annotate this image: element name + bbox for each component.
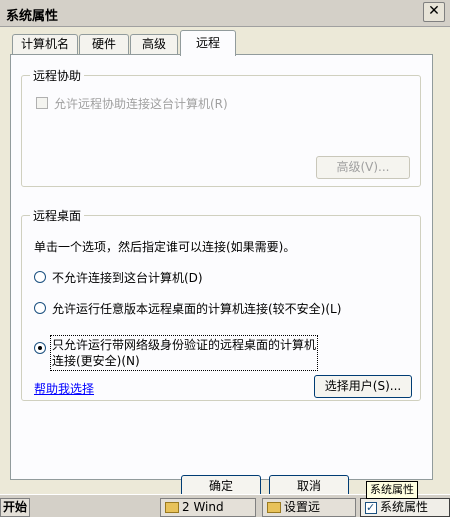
select-users-button[interactable]: 选择用户(S)... bbox=[314, 375, 412, 398]
title-bar: 系统属性 ✕ bbox=[0, 0, 450, 27]
taskbar-item-system-properties[interactable]: 系统属性 bbox=[360, 498, 450, 517]
remote-assistance-group: 远程协助 允许远程协助连接这台计算机(R) 高级(V)... bbox=[21, 67, 421, 187]
taskbar-item-windows[interactable]: 2 Wind bbox=[160, 498, 256, 517]
remote-assistance-title: 远程协助 bbox=[30, 67, 85, 84]
taskbar-tooltip: 系统属性 bbox=[366, 481, 418, 499]
remote-desktop-group: 远程桌面 单击一个选项，然后指定谁可以连接(如果需要)。 不允许连接到这台计算机… bbox=[21, 207, 421, 401]
radio-nla-only[interactable] bbox=[34, 342, 46, 354]
close-button[interactable]: ✕ bbox=[423, 2, 445, 22]
radio-allow-any-version-label: 允许运行任意版本远程桌面的计算机连接(较不安全)(L) bbox=[52, 302, 342, 316]
tab-remote[interactable]: 远程 bbox=[180, 30, 236, 56]
remote-assistance-checkbox-label: 允许远程协助连接这台计算机(R) bbox=[54, 97, 228, 111]
taskbar-item-label: 设置远 bbox=[284, 500, 321, 514]
taskbar-item-label: 2 Wind bbox=[182, 500, 224, 514]
radio-deny-connections[interactable] bbox=[34, 271, 46, 283]
tab-advanced[interactable]: 高级 bbox=[130, 34, 178, 54]
select-users-button-label: 选择用户(S)... bbox=[324, 379, 402, 393]
close-icon: ✕ bbox=[428, 3, 440, 19]
remote-desktop-title: 远程桌面 bbox=[30, 207, 85, 224]
folder-icon bbox=[267, 502, 281, 513]
tab-computer-name[interactable]: 计算机名 bbox=[12, 34, 78, 54]
start-button[interactable]: 开始 bbox=[0, 498, 30, 517]
radio-deny-connections-label: 不允许连接到这台计算机(D) bbox=[52, 271, 203, 285]
taskbar-item-settings[interactable]: 设置远 bbox=[262, 498, 356, 517]
advanced-button[interactable]: 高级(V)... bbox=[316, 156, 410, 179]
ok-button-label: 确定 bbox=[208, 479, 233, 493]
tab-label: 高级 bbox=[141, 37, 166, 51]
tab-label: 远程 bbox=[195, 36, 220, 50]
radio-nla-only-label-line2: 连接(更安全)(N) bbox=[52, 354, 140, 368]
start-label: 开始 bbox=[3, 500, 28, 514]
radio-nla-only-label-line1: 只允许运行带网络级身份验证的远程桌面的计算机 bbox=[52, 338, 317, 352]
help-me-choose-link[interactable]: 帮助我选择 bbox=[34, 380, 94, 397]
remote-assistance-checkbox[interactable] bbox=[36, 97, 48, 109]
tab-label: 计算机名 bbox=[20, 37, 69, 51]
radio-nla-only-label: 只允许运行带网络级身份验证的远程桌面的计算机 连接(更安全)(N) bbox=[49, 335, 319, 371]
tab-panel: 远程协助 允许远程协助连接这台计算机(R) 高级(V)... 远程桌面 单击一个… bbox=[10, 54, 433, 498]
checkbox-icon bbox=[365, 499, 377, 516]
radio-allow-any-version[interactable] bbox=[34, 302, 46, 314]
tab-hardware[interactable]: 硬件 bbox=[79, 34, 129, 54]
folder-icon bbox=[165, 502, 179, 513]
tab-label: 硬件 bbox=[91, 37, 116, 51]
remote-desktop-instruction: 单击一个选项，然后指定谁可以连接(如果需要)。 bbox=[34, 240, 296, 254]
taskbar-item-label: 系统属性 bbox=[380, 500, 429, 514]
cancel-button-label: 取消 bbox=[296, 479, 321, 493]
advanced-button-label: 高级(V)... bbox=[336, 160, 390, 174]
window-title: 系统属性 bbox=[6, 9, 59, 24]
